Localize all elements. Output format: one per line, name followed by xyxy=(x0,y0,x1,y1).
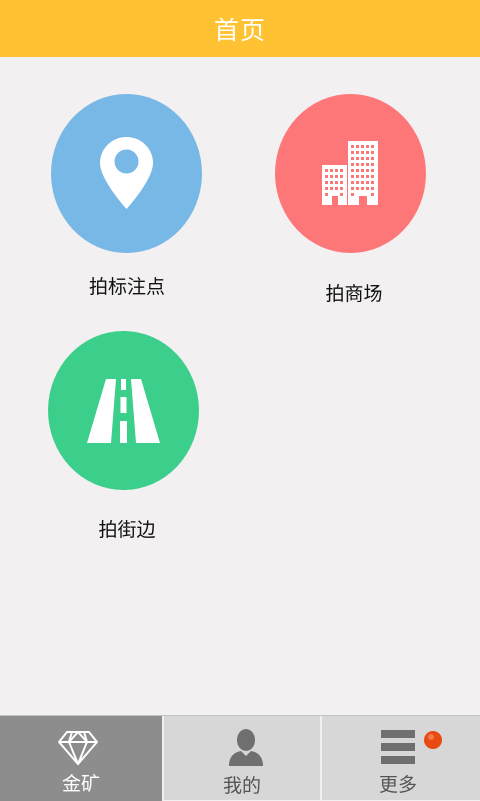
bottom-tab-bar: 金矿 我的 更多 xyxy=(0,715,480,801)
tab-mine-label: 我的 xyxy=(222,775,261,797)
app-header: 首页 xyxy=(0,0,480,57)
tile-street[interactable]: 拍街边 xyxy=(23,331,223,546)
notification-dot-icon xyxy=(424,731,442,749)
menu-icon xyxy=(381,730,415,764)
location-pin-icon xyxy=(100,137,153,209)
user-icon xyxy=(229,729,263,766)
mark-point-circle[interactable] xyxy=(51,94,202,253)
tile-mall[interactable]: 拍商场 xyxy=(251,94,451,309)
diamond-icon xyxy=(58,731,98,765)
street-label: 拍街边 xyxy=(98,519,156,541)
street-circle[interactable] xyxy=(48,331,199,490)
buildings-icon xyxy=(322,141,378,205)
mark-point-label: 拍标注点 xyxy=(88,276,165,298)
mall-circle[interactable] xyxy=(275,94,426,253)
tab-gold-mine[interactable]: 金矿 xyxy=(0,716,162,801)
tab-gold-mine-label: 金矿 xyxy=(61,773,100,795)
tab-more[interactable]: 更多 xyxy=(322,716,480,801)
tab-more-label: 更多 xyxy=(378,774,417,796)
tile-mark-point[interactable]: 拍标注点 xyxy=(27,94,227,304)
mall-label: 拍商场 xyxy=(325,283,383,305)
tab-mine[interactable]: 我的 xyxy=(164,716,320,801)
page-title: 首页 xyxy=(213,15,266,45)
main-content: 拍标注点 拍商场 拍街边 xyxy=(0,57,480,715)
road-icon xyxy=(87,379,160,443)
